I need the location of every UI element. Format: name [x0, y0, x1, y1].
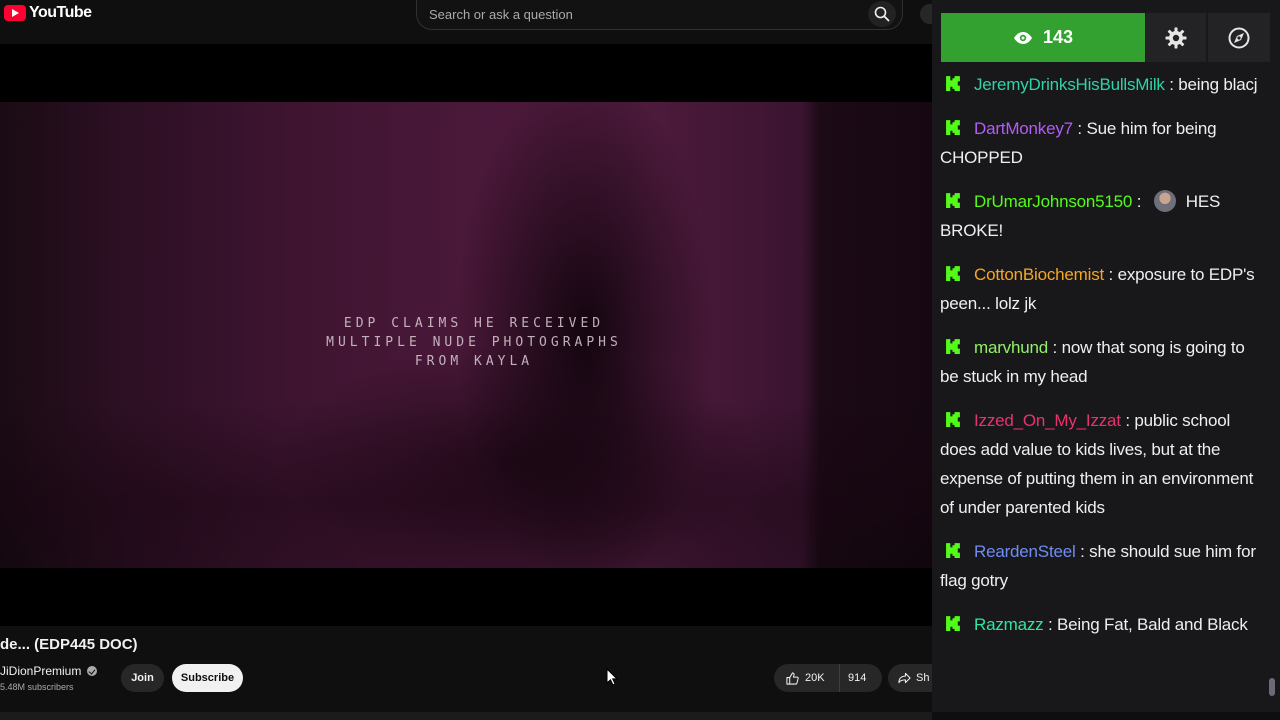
join-button[interactable]: Join [121, 664, 164, 692]
search-icon [874, 6, 890, 22]
mouse-cursor-icon [606, 668, 618, 686]
kick-badge-icon [946, 76, 960, 91]
chat-username[interactable]: Razmazz [974, 615, 1044, 634]
viewer-count: 143 [1042, 27, 1074, 47]
chat-username[interactable]: CottonBiochemist [974, 265, 1104, 284]
chat-message-list: JeremyDrinksHisBullsMilk : being blacj Da… [940, 70, 1266, 654]
video-player[interactable]: EDP CLAIMS HE RECEIVED MULTIPLE NUDE PHO… [0, 44, 932, 626]
chat-message: Izzed_On_My_Izzat : public school does a… [940, 406, 1266, 522]
search-button[interactable] [868, 1, 896, 27]
chat-username[interactable]: Izzed_On_My_Izzat [974, 411, 1121, 430]
chat-username[interactable]: DrUmarJohnson5150 [974, 192, 1132, 211]
chat-username[interactable]: DartMonkey7 [974, 119, 1073, 138]
video-caption: EDP CLAIMS HE RECEIVED MULTIPLE NUDE PHO… [0, 314, 932, 371]
chat-separator: : [1132, 192, 1146, 211]
kick-badge-icon [946, 412, 960, 427]
shield-compass-icon [1228, 27, 1250, 48]
viewer-count-button[interactable]: 143 [941, 13, 1145, 62]
chat-username[interactable]: ReardenSteel [974, 542, 1076, 561]
chat-separator: : [1104, 265, 1118, 284]
chat-username[interactable]: JeremyDrinksHisBullsMilk [974, 75, 1165, 94]
caption-line: FROM KAYLA [414, 354, 534, 369]
chat-message: JeremyDrinksHisBullsMilk : being blacj [940, 70, 1266, 99]
share-icon [898, 672, 911, 684]
chat-message-text: Being Fat, Bald and Black [1057, 615, 1248, 634]
chat-separator: : [1075, 542, 1090, 561]
caption-line: MULTIPLE NUDE PHOTOGRAPHS [326, 335, 622, 350]
chat-separator: : [1043, 615, 1058, 634]
chat-bottom-strip [932, 712, 1280, 720]
chat-emote-icon [1153, 190, 1176, 212]
dislike-button[interactable]: 914 [840, 672, 866, 684]
thumbs-up-icon [786, 671, 799, 685]
chat-message-text: being blacj [1178, 75, 1258, 94]
kick-badge-icon [946, 339, 960, 354]
chat-separator: : [1120, 411, 1135, 430]
chat-separator: : [1048, 338, 1062, 357]
subscribe-button[interactable]: Subscribe [172, 664, 243, 692]
voice-search-button[interactable] [920, 4, 932, 24]
like-dislike-group: 20K 914 [774, 664, 882, 692]
channel-name[interactable]: JiDionPremium [0, 664, 81, 678]
chat-scrollbar[interactable] [1269, 678, 1275, 696]
share-button[interactable]: Sh [888, 664, 932, 692]
like-count: 20K [805, 672, 825, 684]
chat-settings-button[interactable] [1146, 13, 1206, 62]
chat-message: marvhund : now that song is going to be … [940, 333, 1266, 391]
verified-icon [87, 666, 98, 676]
chat-username[interactable]: marvhund [974, 338, 1048, 357]
chat-message: ReardenSteel : she should sue him for fl… [940, 537, 1266, 595]
kick-badge-icon [946, 616, 960, 631]
chat-message: Razmazz : Being Fat, Bald and Black [940, 610, 1266, 639]
youtube-logo-text: YouTube [29, 4, 92, 21]
dislike-count: 914 [848, 672, 867, 684]
subscriber-count: 5.48M subscribers [0, 682, 74, 692]
channel-info: JiDionPremium 5.48M subscribers [0, 664, 98, 692]
search-bar [416, 0, 903, 30]
chat-separator: : [1072, 119, 1087, 138]
search-input[interactable] [429, 3, 849, 25]
chat-separator: : [1164, 75, 1179, 94]
gear-icon [1165, 27, 1187, 48]
chat-message: DartMonkey7 : Sue him for being CHOPPED [940, 114, 1266, 172]
youtube-pane: YouTube EDP CLAIMS HE RECEIVED MULTIPLE … [0, 0, 932, 720]
youtube-header: YouTube [0, 0, 932, 30]
kick-badge-icon [946, 193, 960, 208]
chat-pane: 143 JeremyDrinksHisBullsMilk : being bla… [932, 0, 1280, 720]
youtube-logo[interactable]: YouTube [4, 4, 92, 22]
kick-badge-icon [946, 543, 960, 558]
caption-line: EDP CLAIMS HE RECEIVED [343, 316, 605, 331]
channel-name-row[interactable]: JiDionPremium [0, 664, 98, 678]
like-button[interactable]: 20K [774, 664, 840, 692]
share-label: Sh [916, 672, 930, 684]
bottom-strip [0, 712, 932, 720]
kick-badge-icon [946, 120, 960, 135]
kick-badge-icon [946, 266, 960, 281]
chat-mod-tools-button[interactable] [1208, 13, 1270, 62]
chat-message: DrUmarJohnson5150 : HES BROKE! [940, 187, 1266, 245]
eye-icon [1013, 31, 1032, 44]
video-title: de... (EDP445 DOC) [0, 636, 138, 653]
youtube-play-icon [4, 5, 26, 21]
chat-message: CottonBiochemist : exposure to EDP's pee… [940, 260, 1266, 318]
